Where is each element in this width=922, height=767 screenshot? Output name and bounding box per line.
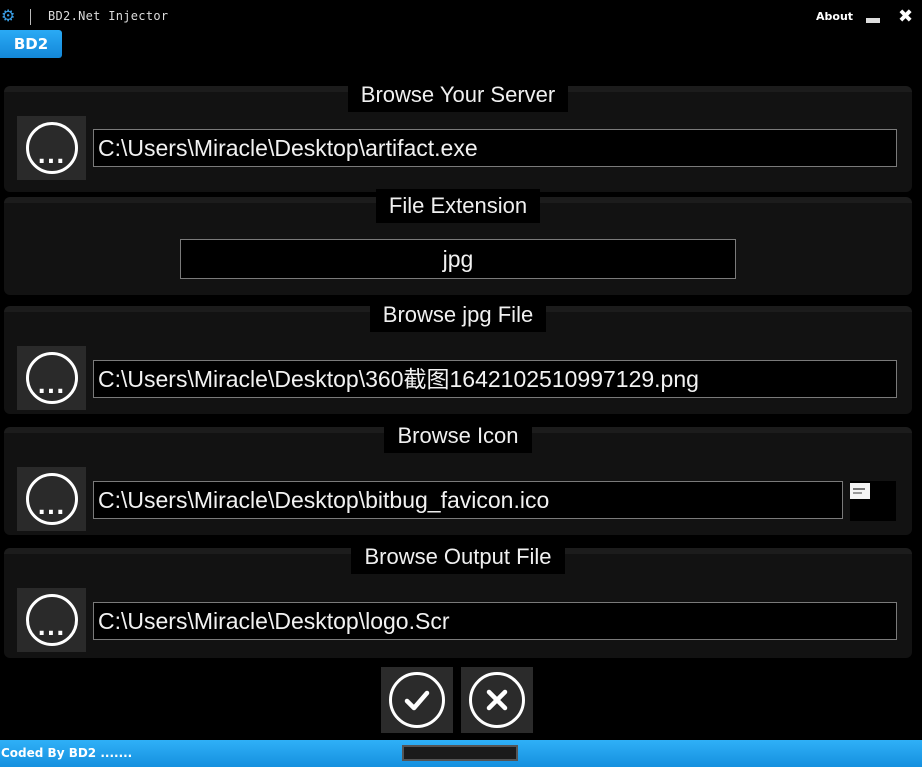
panel-title: Browse Icon (384, 419, 532, 453)
browse-server-button[interactable]: ... (17, 116, 86, 180)
panel-title: Browse Your Server (347, 78, 569, 112)
app-logo-icon: ⚙ (1, 6, 16, 25)
cancel-button[interactable] (461, 667, 533, 733)
icon-path-field[interactable]: C:\Users\Miracle\Desktop\bitbug_favicon.… (93, 481, 843, 519)
extension-field[interactable]: jpg (180, 239, 736, 279)
window-title: BD2.Net Injector (48, 9, 169, 23)
panel-title: Browse jpg File (369, 298, 547, 332)
browse-icon: ... (25, 122, 78, 174)
jpg-path-field[interactable]: C:\Users\Miracle\Desktop\360截图1642102510… (93, 360, 897, 398)
jpg-panel: Browse jpg File ... C:\Users\Miracle\Des… (4, 298, 912, 414)
server-path-field[interactable]: C:\Users\Miracle\Desktop\artifact.exe (93, 129, 897, 167)
confirm-button[interactable] (381, 667, 453, 733)
about-button[interactable]: About (816, 10, 853, 23)
cancel-x-icon (469, 672, 525, 728)
panel-title: Browse Output File (351, 540, 565, 574)
output-path-field[interactable]: C:\Users\Miracle\Desktop\logo.Scr (93, 602, 897, 640)
status-bar: Coded By BD2 ....... (0, 740, 922, 767)
progress-bar (402, 745, 518, 761)
icon-preview-image (850, 481, 896, 521)
tab-bd2[interactable]: BD2 (0, 30, 62, 58)
minimize-icon[interactable] (866, 18, 880, 23)
server-panel: Browse Your Server ... C:\Users\Miracle\… (4, 78, 912, 192)
icon-panel: Browse Icon ... C:\Users\Miracle\Desktop… (4, 419, 912, 535)
status-text: Coded By BD2 ....... (1, 746, 133, 760)
extension-panel: File Extension jpg (4, 189, 912, 295)
browse-icon: ... (25, 473, 78, 525)
close-icon[interactable]: ✖ (898, 8, 916, 26)
panel-title: File Extension (375, 189, 541, 223)
browse-icon: ... (25, 594, 78, 646)
confirm-check-icon (389, 672, 445, 728)
browse-icon: ... (25, 352, 78, 404)
title-bar: ⚙ BD2.Net Injector About ✖ (0, 0, 922, 32)
browse-output-button[interactable]: ... (17, 588, 86, 652)
browse-icon-button[interactable]: ... (17, 467, 86, 531)
title-separator (30, 9, 31, 25)
output-panel: Browse Output File ... C:\Users\Miracle\… (4, 540, 912, 658)
browse-jpg-button[interactable]: ... (17, 346, 86, 410)
